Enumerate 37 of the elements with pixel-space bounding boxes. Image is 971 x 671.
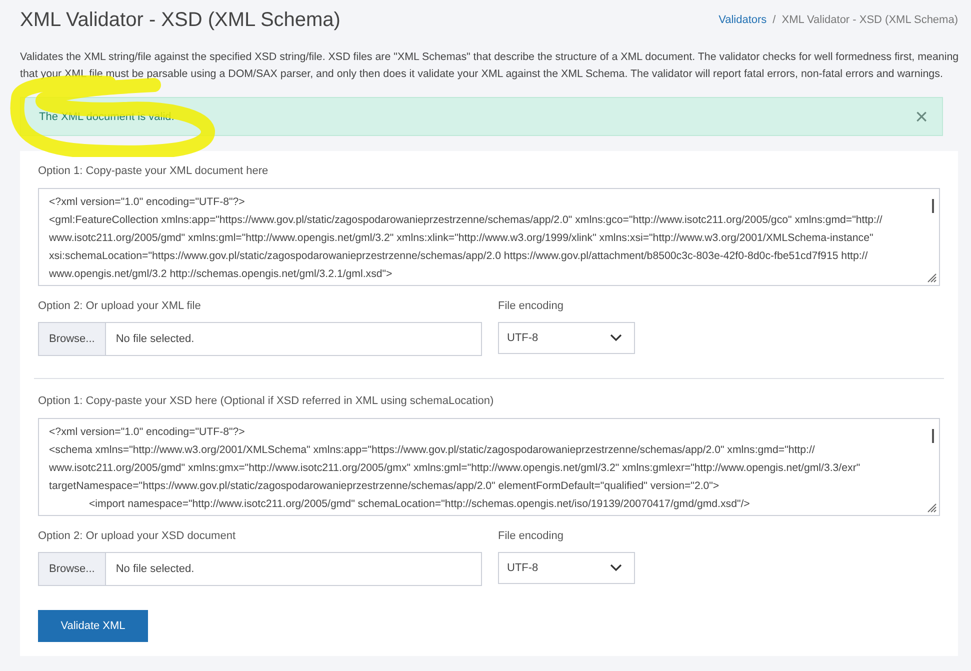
encoding-select[interactable]: UTF-8 bbox=[498, 552, 635, 584]
scrollbar-thumb[interactable] bbox=[932, 199, 934, 213]
xml-text-area[interactable] bbox=[38, 418, 940, 516]
browse-button[interactable]: Browse... bbox=[39, 553, 106, 585]
scrollbar-thumb[interactable] bbox=[932, 429, 934, 443]
code-line: targetNamespace="https://www.gov.pl/static/zagospodarowanieprzestrzenne/schemas/app/2.0" elementFormDefault="qualified" version="2.0"> bbox=[49, 479, 720, 494]
xml-text-area[interactable] bbox=[38, 188, 940, 286]
code-line: www.opengis.net/gml/3.2 http://schemas.opengis.net/gml/3.2.1/gml.xsd"> bbox=[49, 267, 394, 282]
code-line: www.isotc211.org/2005/gmd" xmlns:gml="http://www.opengis.net/gml/3.2" xmlns:xlink="http://www.w3.org/1999/xlink" xmlns:xsi="http://www.w3.org/2001/XMLSchema-instance" bbox=[49, 231, 874, 246]
code-line: <schema xmlns="http://www.w3.org/2001/XMLSchema" xmlns:app="https://www.gov.pl/static/zagospodarowanieprzestrzenne/schemas/app/2.0" xmlns:gmd="http:// bbox=[49, 443, 816, 458]
encoding-label: File encoding bbox=[498, 530, 564, 542]
code-line: xsi:schemaLocation="https://www.gov.pl/static/zagospodarowanieprzestrzenne/schemas/app/2.0 https://www.gov.pl/attachment/b8500c3c-803e-42f0-8d0c-fbe51cd7f915 http:// bbox=[49, 249, 869, 264]
file-input[interactable]: Browse... No file selected. bbox=[38, 552, 482, 586]
validate-button[interactable]: Validate XML bbox=[38, 610, 148, 642]
upload-label: Option 2: Or upload your XSD document bbox=[38, 530, 236, 542]
paste-label: Option 1: Copy-paste your XML document here bbox=[38, 165, 270, 177]
file-status: No file selected. bbox=[114, 333, 194, 345]
code-line: <gml:FeatureCollection xmlns:app="https://www.gov.pl/static/zagospodarowanieprzestrzenne/schemas/app/2.0" xmlns:gco="http://www.isotc211.org/2005/gco" xmlns:gmd="http:// bbox=[49, 213, 884, 228]
browse-button[interactable]: Browse... bbox=[39, 323, 106, 355]
code-line: <import namespace="http://www.isotc211.org/2005/gmd" schemaLocation="http://schemas.opengis.net/iso/19139/20070417/gmd/gmd.xsd"/> bbox=[88, 497, 751, 512]
page-title: XML Validator - XSD (XML Schema) bbox=[20, 8, 340, 32]
breadcrumb-current: XML Validator - XSD (XML Schema) bbox=[782, 14, 958, 26]
encoding-select[interactable]: UTF-8 bbox=[498, 322, 635, 354]
breadcrumb-separator: / bbox=[772, 14, 776, 26]
code-line: www.isotc211.org/2005/gmd" xmlns:gmx="http://www.isotc211.org/2005/gmx" xmlns:gml="http://www.opengis.net/gml/3.2" xmlns:gmlexr="http://www.opengis.net/gml/3.3/exr" bbox=[49, 461, 862, 476]
breadcrumb-link[interactable]: Validators bbox=[718, 14, 767, 26]
encoding-label: File encoding bbox=[498, 300, 564, 312]
code-line: <?xml version="1.0" encoding="UTF-8"?> bbox=[49, 425, 246, 440]
resize-grip-icon[interactable] bbox=[927, 503, 937, 513]
file-status: No file selected. bbox=[114, 563, 194, 575]
code-line: <?xml version="1.0" encoding="UTF-8"?> bbox=[49, 195, 246, 210]
upload-label: Option 2: Or upload your XML file bbox=[38, 300, 202, 312]
chevron-down-icon bbox=[610, 334, 622, 342]
file-input[interactable]: Browse... No file selected. bbox=[38, 322, 482, 356]
resize-grip-icon[interactable] bbox=[927, 273, 937, 283]
paste-label: Option 1: Copy-paste your XSD here (Optional if XSD referred in XML using schemaLocation) bbox=[38, 395, 495, 407]
chevron-down-icon bbox=[610, 564, 622, 572]
